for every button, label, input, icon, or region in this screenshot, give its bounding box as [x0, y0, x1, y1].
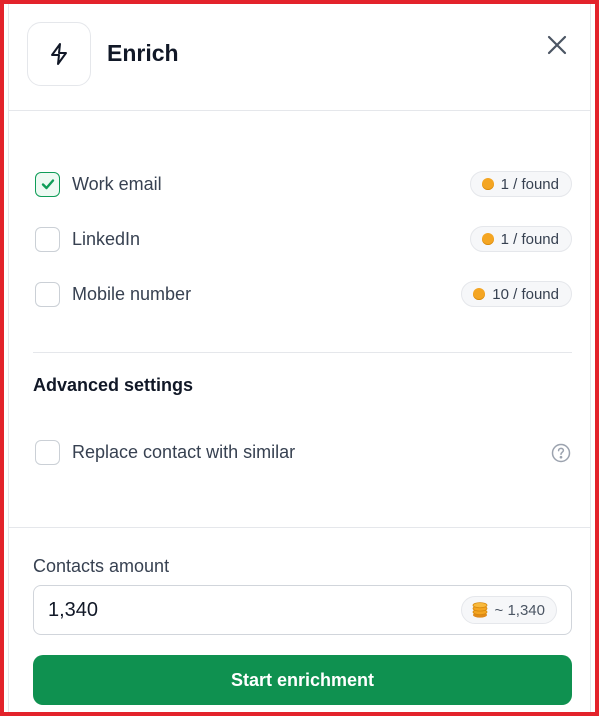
linkedin-checkbox[interactable]: [35, 226, 60, 252]
option-label: LinkedIn: [72, 228, 141, 249]
contacts-amount-value[interactable]: 1,340: [48, 599, 461, 622]
estimate-badge: ~ 1,340: [460, 596, 557, 624]
advanced-settings-title: Advanced settings: [33, 375, 194, 395]
option-replace-contact[interactable]: Replace contact with similar: [35, 438, 539, 466]
mobile-number-checkbox[interactable]: [35, 281, 60, 307]
dialog-right-border: [590, 4, 591, 712]
option-label: Mobile number: [72, 283, 192, 304]
coin-icon: [481, 178, 494, 190]
coins-icon: [472, 602, 487, 618]
replace-contact-checkbox[interactable]: [35, 439, 60, 465]
option-label: Replace contact with similar: [72, 441, 296, 462]
contacts-amount-input[interactable]: 1,340 ~ 1,340: [33, 585, 572, 635]
lightning-icon: [51, 43, 67, 65]
estimate-text: ~ 1,340: [494, 601, 545, 619]
coin-icon: [473, 288, 486, 300]
coin-icon: [481, 233, 494, 245]
cost-badge: 1 / found: [469, 226, 572, 252]
option-work-email[interactable]: Work email 1 / found: [35, 170, 572, 198]
start-enrichment-button[interactable]: Start enrichment: [33, 655, 572, 705]
cost-text: 1 / found: [500, 175, 559, 193]
cost-badge: 10 / found: [461, 281, 572, 307]
close-icon: [547, 35, 567, 55]
cost-badge: 1 / found: [469, 171, 572, 197]
option-label: Work email: [72, 173, 162, 194]
cost-text: 1 / found: [500, 230, 559, 248]
cost-text: 10 / found: [492, 285, 559, 303]
option-linkedin[interactable]: LinkedIn 1 / found: [35, 225, 572, 253]
contacts-amount-label: Contacts amount: [33, 556, 170, 576]
check-icon: [41, 179, 54, 190]
close-button[interactable]: [544, 32, 570, 58]
dialog-header: Enrich: [9, 4, 590, 111]
option-mobile-number[interactable]: Mobile number 10 / found: [35, 280, 572, 308]
work-email-checkbox[interactable]: [35, 171, 60, 197]
question-circle-icon[interactable]: [551, 443, 571, 463]
enrich-icon-box: [27, 22, 91, 86]
dialog-title: Enrich: [107, 40, 179, 66]
section-divider: [33, 352, 572, 353]
